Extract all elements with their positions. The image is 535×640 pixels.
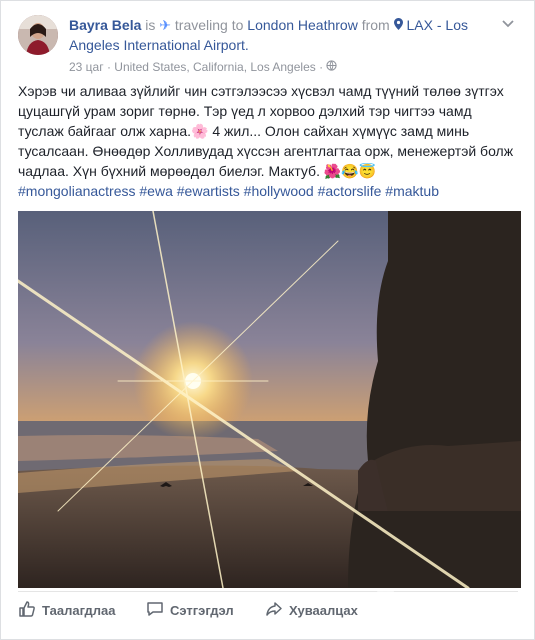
like-button[interactable]: Таалагдлаа (18, 595, 115, 625)
destination-link[interactable]: London Heathrow (247, 17, 358, 33)
meta-separator: · (106, 60, 111, 74)
comment-button[interactable]: Сэтгэгдэл (146, 595, 234, 625)
avatar[interactable] (18, 15, 58, 55)
post-card: Bayra Bela is ✈ traveling to London Heat… (0, 0, 535, 640)
thumbs-up-icon (18, 600, 42, 621)
chevron-down-icon[interactable] (502, 15, 514, 31)
location-pin-icon (393, 17, 403, 33)
meta-separator-2: · (319, 60, 324, 74)
author-name[interactable]: Bayra Bela (69, 17, 141, 33)
plane-icon: ✈ (159, 17, 172, 33)
share-arrow-icon (265, 600, 289, 621)
watermark-letter: B (373, 583, 397, 618)
post-headline: Bayra Bela is ✈ traveling to London Heat… (69, 15, 509, 55)
globe-icon[interactable] (326, 60, 338, 74)
is-text: is (145, 17, 156, 33)
watermark-text: EST NEWS (396, 596, 492, 614)
share-label: Хуваалцах (289, 602, 358, 618)
post-meta: 23 цаг · United States, California, Los … (69, 59, 338, 75)
like-label: Таалагдлаа (42, 602, 116, 618)
avatar-image (18, 15, 58, 55)
from-text: from (361, 17, 390, 33)
comment-label: Сэтгэгдэл (170, 602, 234, 618)
share-button[interactable]: Хуваалцах (265, 595, 358, 625)
post-body: Хэрэв чи аливаа зүйлийг чин сэтгэлээсээ … (18, 83, 514, 179)
comment-bubble-icon (146, 600, 170, 621)
post-time[interactable]: 23 цаг (69, 60, 104, 74)
post-photo[interactable] (18, 211, 521, 588)
sunset-beach-image (18, 211, 521, 588)
post-hashtags[interactable]: #mongolianactress #ewa #ewartists #holly… (18, 183, 439, 199)
post-location[interactable]: United States, California, Los Angeles (114, 60, 315, 74)
post-header: Bayra Bela is ✈ traveling to London Heat… (18, 15, 518, 77)
activity-text: traveling to (174, 17, 244, 33)
watermark-logo: BEST NEWS (373, 583, 523, 623)
post-text: Хэрэв чи аливаа зүйлийг чин сэтгэлээсээ … (18, 81, 518, 201)
